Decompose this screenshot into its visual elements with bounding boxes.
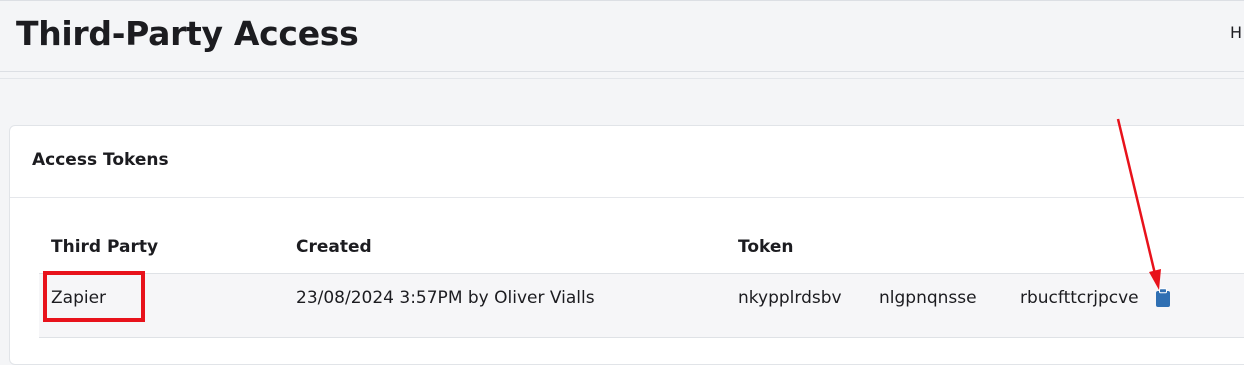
column-header-token: Token bbox=[738, 237, 794, 257]
token-segment: nkypplrdsbv bbox=[738, 288, 842, 308]
created-cell: 23/08/2024 3:57PM by Oliver Vialls bbox=[296, 288, 595, 308]
clipboard-icon[interactable] bbox=[1155, 288, 1171, 308]
access-tokens-card: Access Tokens Third Party Created Token … bbox=[9, 125, 1244, 365]
user-menu[interactable]: H bbox=[1230, 23, 1242, 42]
token-segment: nlgpnqnsse bbox=[879, 288, 977, 308]
column-header-created: Created bbox=[296, 237, 372, 257]
card-title: Access Tokens bbox=[32, 150, 169, 170]
column-header-third-party: Third Party bbox=[51, 237, 159, 257]
token-segment: rbucfttcrjpcve bbox=[1020, 288, 1139, 308]
top-bar: Third-Party Access H bbox=[0, 0, 1244, 72]
page-title: Third-Party Access bbox=[16, 14, 359, 53]
card-header: Access Tokens bbox=[10, 126, 1244, 198]
third-party-cell: Zapier bbox=[51, 288, 107, 308]
divider bbox=[0, 78, 1244, 79]
